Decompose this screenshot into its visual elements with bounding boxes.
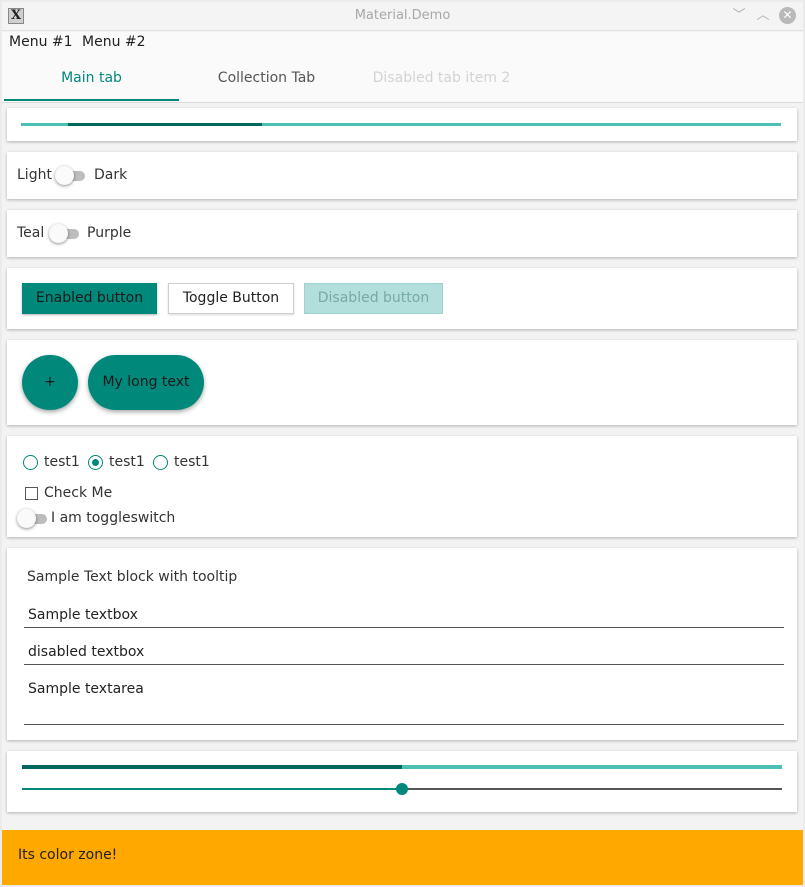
buttons-card: Enabled button Toggle Button Disabled bu… — [7, 268, 797, 329]
progress-bar-fill — [22, 765, 402, 769]
theme-switch-card: Light Dark — [7, 152, 797, 199]
plus-fab-button[interactable]: + — [22, 355, 78, 410]
fab-card: + My long text — [7, 340, 797, 425]
color-zone: Its color zone! — [2, 830, 803, 885]
tab-bar: Main tab Collection Tab Disabled tab ite… — [2, 54, 803, 103]
radio-label-3: test1 — [174, 454, 210, 470]
theme-toggle-switch[interactable] — [55, 166, 85, 186]
window-title: Material.Demo — [354, 8, 451, 23]
slider[interactable] — [22, 781, 782, 797]
teal-label: Teal — [17, 225, 45, 241]
radio-button-2[interactable] — [88, 455, 103, 470]
disabled-textbox-underline — [24, 664, 784, 665]
color-toggle-switch[interactable] — [49, 224, 79, 244]
progress-segment — [68, 123, 262, 126]
radio-button-1[interactable] — [23, 455, 38, 470]
application-window: X Material.Demo ﹀ ︿ ✕ Menu #1 Menu #2 Ma… — [2, 2, 803, 885]
disabled-button: Disabled button — [304, 283, 443, 314]
toggleswitch-label: I am toggleswitch — [51, 510, 176, 526]
title-bar: X Material.Demo ﹀ ︿ ✕ — [2, 2, 803, 31]
minimize-icon[interactable]: ﹀ — [730, 7, 748, 25]
tab-disabled: Disabled tab item 2 — [372, 70, 511, 86]
close-icon[interactable]: ✕ — [779, 7, 796, 24]
radio-label-2: test1 — [109, 454, 145, 470]
check-me-checkbox[interactable] — [25, 487, 38, 500]
color-zone-text: Its color zone! — [18, 847, 118, 863]
progress-card — [7, 108, 797, 141]
radio-selected-dot — [91, 458, 99, 466]
progress-bar — [22, 765, 782, 769]
text-inputs-card: Sample Text block with tooltip Sample te… — [7, 548, 797, 740]
purple-label: Purple — [87, 225, 132, 241]
selection-controls-card: test1 test1 test1 Check Me I am togglesw… — [7, 436, 797, 537]
radio-label-1: test1 — [44, 454, 80, 470]
slider-thumb[interactable] — [396, 783, 408, 795]
enabled-button[interactable]: Enabled button — [22, 283, 157, 314]
slider-card — [7, 751, 797, 812]
radio-button-3[interactable] — [153, 455, 168, 470]
toggle-button[interactable]: Toggle Button — [168, 283, 294, 314]
toggleswitch[interactable] — [17, 509, 47, 529]
light-label: Light — [17, 167, 52, 183]
slider-track-fill — [22, 788, 402, 790]
menu-bar: Menu #1 Menu #2 — [2, 32, 803, 54]
menu-item-1[interactable]: Menu #1 — [9, 34, 73, 50]
long-text-fab-button[interactable]: My long text — [88, 355, 204, 410]
sample-textarea[interactable]: Sample textarea — [28, 681, 144, 697]
maximize-icon[interactable]: ︿ — [754, 7, 772, 25]
menu-item-2[interactable]: Menu #2 — [82, 34, 146, 50]
tab-collection[interactable]: Collection Tab — [179, 54, 354, 102]
tab-main[interactable]: Main tab — [4, 54, 179, 102]
textbox-underline — [24, 627, 784, 628]
active-tab-indicator — [4, 99, 179, 101]
tooltip-text-block: Sample Text block with tooltip — [27, 569, 238, 585]
dark-label: Dark — [94, 167, 128, 183]
color-switch-card: Teal Purple — [7, 210, 797, 257]
checkbox-label: Check Me — [44, 485, 113, 501]
disabled-textbox: disabled textbox — [28, 644, 145, 660]
indeterminate-progress-bar — [21, 123, 781, 126]
textarea-underline — [24, 724, 784, 725]
sample-textbox[interactable]: Sample textbox — [28, 607, 138, 623]
